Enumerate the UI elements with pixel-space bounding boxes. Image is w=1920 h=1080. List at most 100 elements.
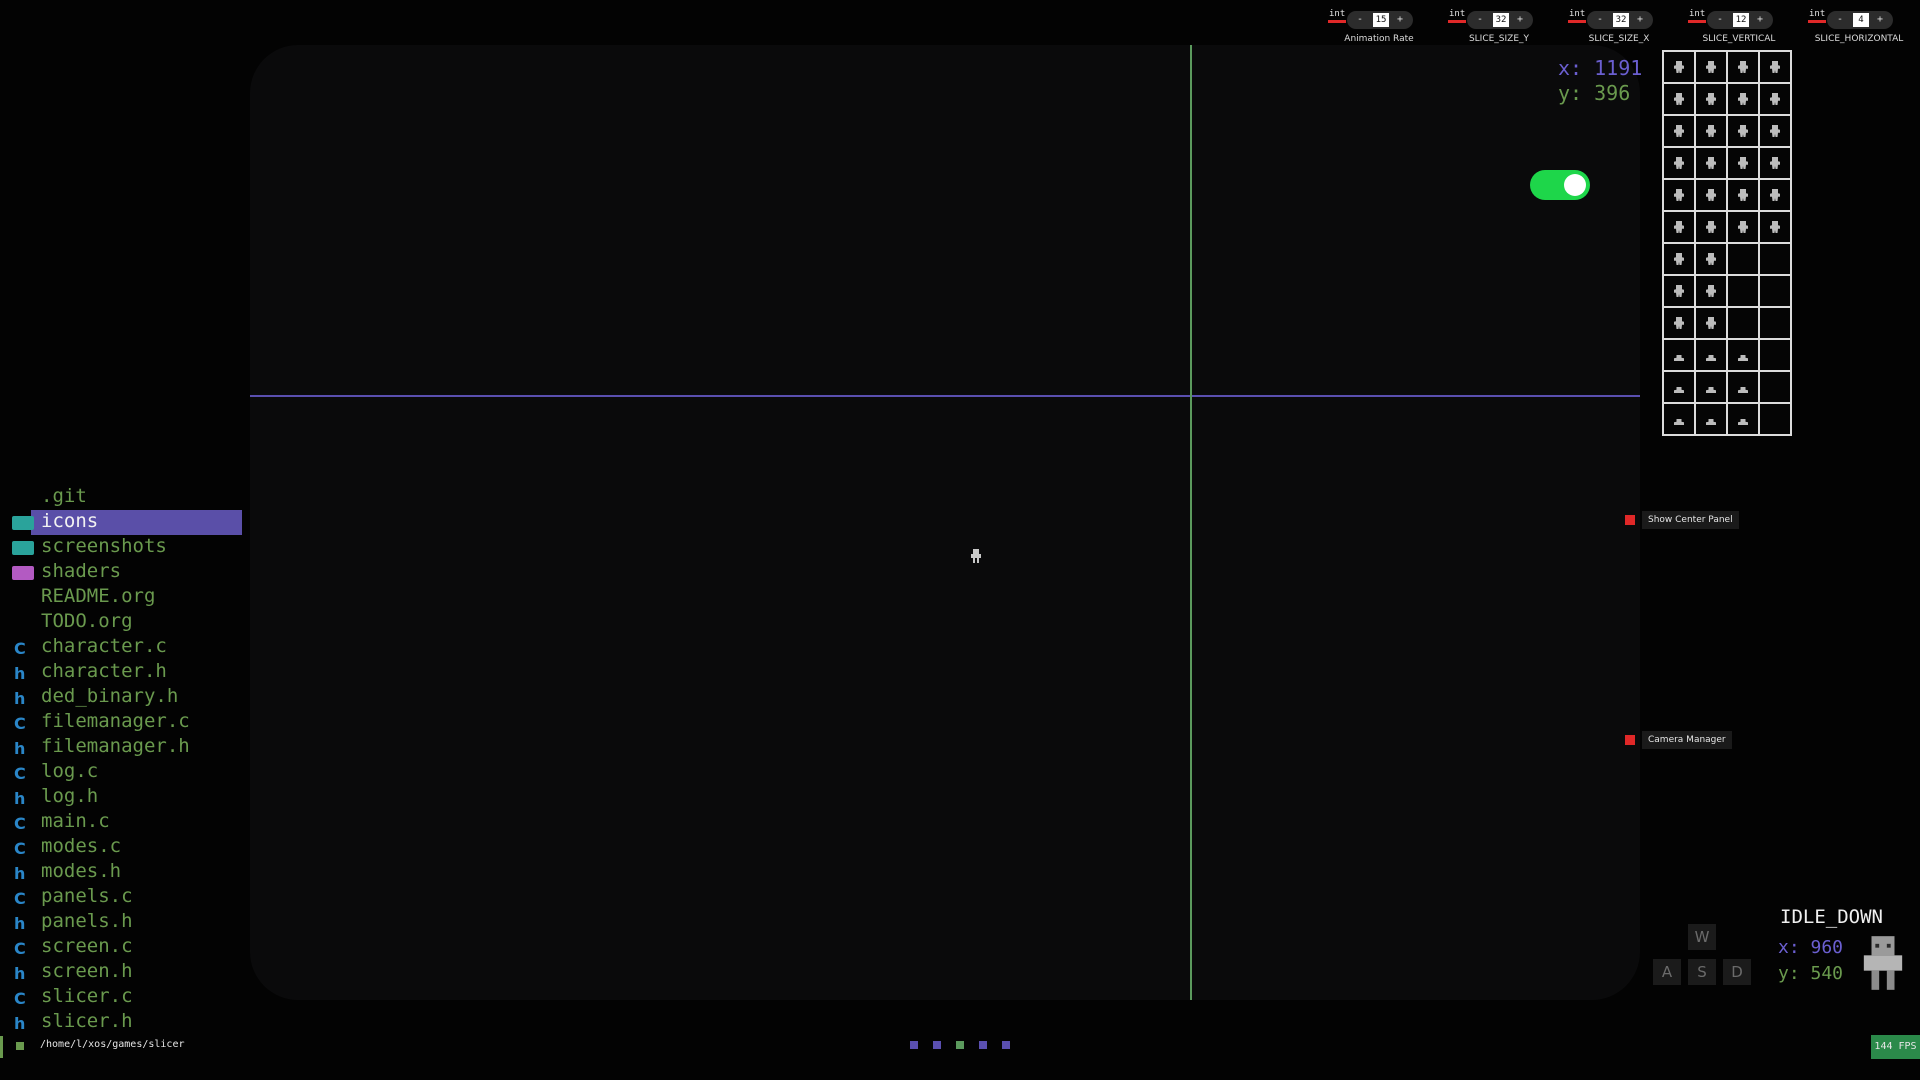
- value-field[interactable]: 4: [1853, 13, 1869, 27]
- file-list-item[interactable]: h screen.h: [0, 959, 245, 984]
- sprite-cell[interactable]: [1695, 275, 1727, 307]
- sprite-cell[interactable]: [1695, 243, 1727, 275]
- sprite-cell[interactable]: [1695, 147, 1727, 179]
- file-list-item[interactable]: Cscreen.c: [0, 934, 245, 959]
- sprite-cell[interactable]: [1759, 211, 1791, 243]
- file-list-item[interactable]: screenshots: [0, 534, 245, 559]
- sprite-cell[interactable]: [1759, 307, 1791, 339]
- stepper: - 4 +: [1827, 11, 1893, 29]
- sprite-cell[interactable]: [1727, 51, 1759, 83]
- sprite-cell[interactable]: [1663, 403, 1695, 435]
- increment-button[interactable]: +: [1877, 13, 1883, 27]
- sprite-cell[interactable]: [1663, 83, 1695, 115]
- sprite-cell[interactable]: [1695, 339, 1727, 371]
- game-viewport[interactable]: [250, 45, 1640, 1000]
- sprite-cell[interactable]: [1759, 243, 1791, 275]
- key-s[interactable]: S: [1688, 959, 1716, 985]
- file-list-item[interactable]: h ded_binary.h: [0, 684, 245, 709]
- sprite-cell[interactable]: [1663, 211, 1695, 243]
- file-list-item[interactable]: TODO.org: [0, 609, 245, 634]
- file-list-item[interactable]: Cmain.c: [0, 809, 245, 834]
- sprite-cell[interactable]: [1727, 115, 1759, 147]
- sprite-frame-icon: [1770, 61, 1780, 73]
- sprite-cell[interactable]: [1663, 275, 1695, 307]
- sprite-cell[interactable]: [1663, 307, 1695, 339]
- sprite-cell[interactable]: [1759, 179, 1791, 211]
- sprite-cell[interactable]: [1727, 275, 1759, 307]
- file-list-item[interactable]: shaders: [0, 559, 245, 584]
- show-center-panel-toggle[interactable]: Show Center Panel: [1625, 510, 1739, 530]
- sprite-cell[interactable]: [1759, 339, 1791, 371]
- sprite-cell[interactable]: [1727, 243, 1759, 275]
- sprite-cell[interactable]: [1727, 371, 1759, 403]
- sprite-cell[interactable]: [1727, 179, 1759, 211]
- sprite-cell[interactable]: [1759, 147, 1791, 179]
- value-field[interactable]: 32: [1613, 13, 1629, 27]
- sprite-cell[interactable]: [1759, 275, 1791, 307]
- file-list-item[interactable]: Cmodes.c: [0, 834, 245, 859]
- sprite-cell[interactable]: [1695, 115, 1727, 147]
- sprite-cell[interactable]: [1759, 83, 1791, 115]
- sprite-cell[interactable]: [1663, 243, 1695, 275]
- sprite-cell[interactable]: [1663, 115, 1695, 147]
- sprite-cell[interactable]: [1663, 371, 1695, 403]
- file-list-item[interactable]: Cfilemanager.c: [0, 709, 245, 734]
- camera-manager-toggle[interactable]: Camera Manager: [1625, 730, 1732, 750]
- sprite-cell[interactable]: [1695, 403, 1727, 435]
- toggle-switch[interactable]: [1530, 170, 1590, 200]
- file-list-item[interactable]: h character.h: [0, 659, 245, 684]
- sprite-cell[interactable]: [1695, 83, 1727, 115]
- file-list-item[interactable]: Cpanels.c: [0, 884, 245, 909]
- sprite-cell[interactable]: [1695, 51, 1727, 83]
- decrement-button[interactable]: -: [1597, 13, 1603, 27]
- file-list-item[interactable]: icons: [0, 509, 245, 535]
- increment-button[interactable]: +: [1757, 13, 1763, 27]
- file-list-item[interactable]: README.org: [0, 584, 245, 609]
- sprite-cell[interactable]: [1759, 51, 1791, 83]
- sprite-cell[interactable]: [1727, 339, 1759, 371]
- sprite-cell[interactable]: [1727, 307, 1759, 339]
- file-list-item[interactable]: h panels.h: [0, 909, 245, 934]
- file-list-item[interactable]: h slicer.h: [0, 1009, 245, 1034]
- decrement-button[interactable]: -: [1837, 13, 1843, 27]
- file-list-item[interactable]: Clog.c: [0, 759, 245, 784]
- sprite-cell[interactable]: [1695, 371, 1727, 403]
- increment-button[interactable]: +: [1397, 13, 1403, 27]
- key-d[interactable]: D: [1723, 959, 1751, 985]
- value-field[interactable]: 12: [1733, 13, 1749, 27]
- increment-button[interactable]: +: [1517, 13, 1523, 27]
- sprite-cell[interactable]: [1759, 115, 1791, 147]
- sprite-frame-icon: [1706, 355, 1716, 361]
- file-list-item[interactable]: .git: [0, 484, 245, 509]
- key-w[interactable]: W: [1688, 924, 1716, 950]
- sprite-cell[interactable]: [1663, 147, 1695, 179]
- sprite-cell[interactable]: [1695, 211, 1727, 243]
- file-list-item[interactable]: Ccharacter.c: [0, 634, 245, 659]
- character-sprite-icon: [971, 549, 981, 563]
- key-a[interactable]: A: [1653, 959, 1681, 985]
- file-list-item[interactable]: h log.h: [0, 784, 245, 809]
- sprite-cell[interactable]: [1663, 179, 1695, 211]
- decrement-button[interactable]: -: [1357, 13, 1363, 27]
- increment-button[interactable]: +: [1637, 13, 1643, 27]
- sprite-cell[interactable]: [1695, 179, 1727, 211]
- sprite-cell[interactable]: [1663, 339, 1695, 371]
- value-field[interactable]: 15: [1373, 13, 1389, 27]
- sprite-cell[interactable]: [1727, 211, 1759, 243]
- sprite-cell[interactable]: [1663, 51, 1695, 83]
- sprite-frame-icon: [1738, 419, 1748, 425]
- file-list-item[interactable]: h filemanager.h: [0, 734, 245, 759]
- value-field[interactable]: 32: [1493, 13, 1509, 27]
- sprite-cell[interactable]: [1727, 403, 1759, 435]
- sprite-cell[interactable]: [1759, 371, 1791, 403]
- decrement-button[interactable]: -: [1477, 13, 1483, 27]
- file-list-item[interactable]: Cslicer.c: [0, 984, 245, 1009]
- sprite-cell[interactable]: [1727, 147, 1759, 179]
- sprite-cell[interactable]: [1695, 307, 1727, 339]
- sprite-cell[interactable]: [1759, 403, 1791, 435]
- decrement-button[interactable]: -: [1717, 13, 1723, 27]
- sprite-cell[interactable]: [1727, 83, 1759, 115]
- int-type-tag: int: [1328, 9, 1347, 23]
- int-type-tag: int: [1808, 9, 1827, 23]
- file-list-item[interactable]: h modes.h: [0, 859, 245, 884]
